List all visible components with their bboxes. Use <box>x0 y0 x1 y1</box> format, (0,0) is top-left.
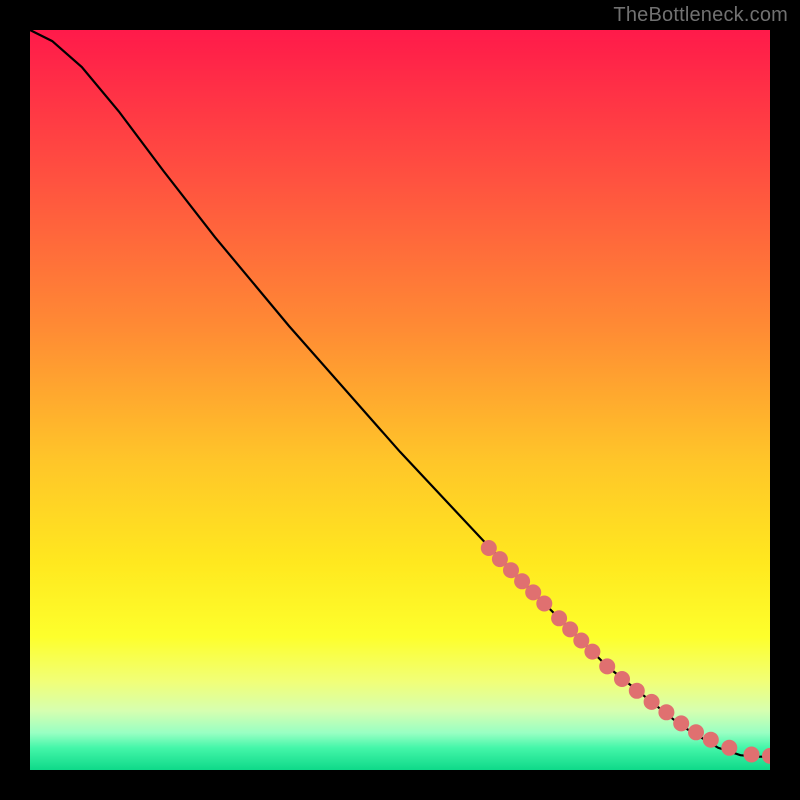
data-point <box>599 658 615 674</box>
data-point <box>644 694 660 710</box>
data-point <box>744 747 760 763</box>
attribution-label: TheBottleneck.com <box>613 4 788 27</box>
plot-area <box>30 30 770 770</box>
chart-frame: TheBottleneck.com <box>0 0 800 800</box>
data-point <box>673 715 689 731</box>
data-point <box>614 671 630 687</box>
data-point <box>584 644 600 660</box>
chart-svg <box>30 30 770 770</box>
data-point <box>536 596 552 612</box>
data-point <box>721 740 737 756</box>
data-point <box>703 732 719 748</box>
data-point <box>658 704 674 720</box>
data-point <box>629 683 645 699</box>
data-point <box>688 724 704 740</box>
